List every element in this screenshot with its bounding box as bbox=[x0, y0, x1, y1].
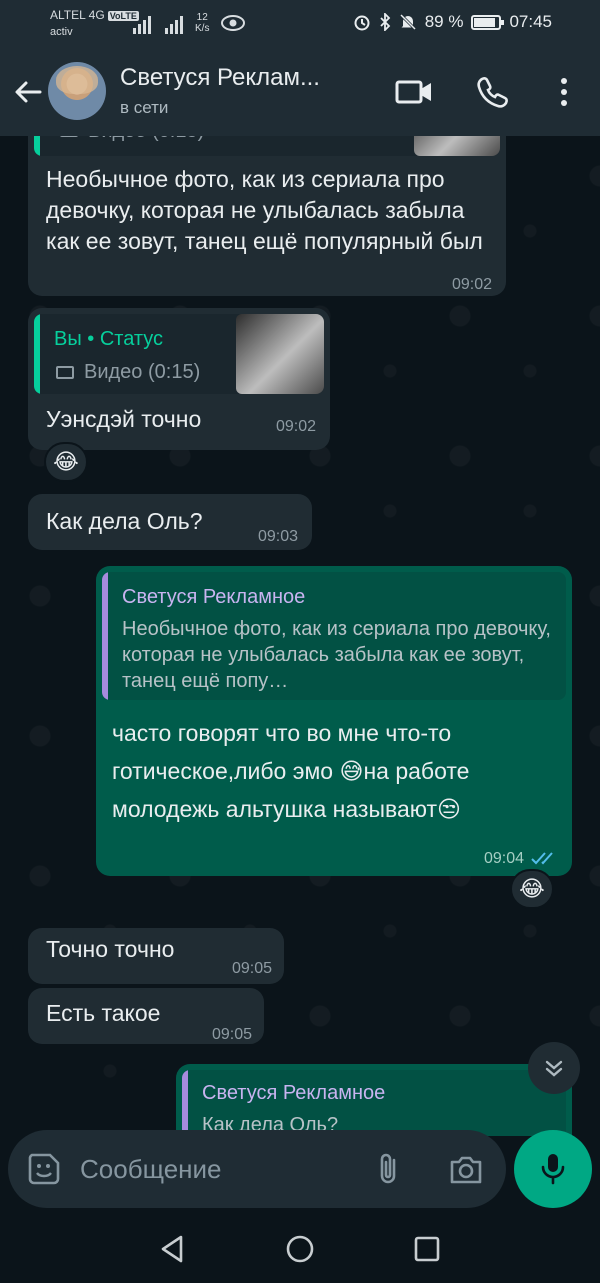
carrier-label: ALTEL 4G bbox=[50, 8, 105, 22]
carrier-name: ALTEL 4G VoLTE bbox=[50, 8, 139, 22]
signal-icon-2 bbox=[165, 16, 183, 34]
video-icon bbox=[56, 366, 74, 379]
reply-quote[interactable]: Светуся Рекламное Необычное фото, как из… bbox=[102, 572, 566, 700]
scroll-to-bottom-button[interactable] bbox=[528, 1042, 580, 1094]
signal-group: 12 K/s bbox=[133, 10, 246, 34]
message-text: часто говорят что во мне что-то готическ… bbox=[112, 714, 562, 828]
message-incoming[interactable]: Видео (0:15) Необычное фото, как из сери… bbox=[28, 136, 506, 296]
battery-percent: 89 % bbox=[424, 12, 464, 31]
quote-title: Светуся Рекламное bbox=[202, 1082, 386, 1104]
avatar[interactable] bbox=[48, 62, 106, 120]
contact-name[interactable]: Светуся Реклам... bbox=[120, 64, 320, 92]
emoji: 😒 bbox=[437, 796, 461, 822]
emoji: 😅 bbox=[339, 758, 364, 784]
camera-icon[interactable] bbox=[446, 1150, 486, 1188]
message-incoming[interactable]: Вы • Статус Видео (0:15) Уэнсдэй точно 0… bbox=[28, 308, 330, 450]
quote-body: Необычное фото, как из сериала про девоч… bbox=[122, 618, 551, 692]
quote-accent-bar bbox=[102, 572, 108, 700]
message-incoming[interactable]: Как дела Оль? 09:03 bbox=[28, 494, 312, 550]
message-time: 09:02 bbox=[451, 276, 492, 293]
reaction-badge[interactable]: 😂 bbox=[44, 442, 88, 482]
quote-thumbnail bbox=[236, 314, 324, 394]
reply-quote[interactable]: Вы • Статус Видео (0:15) bbox=[34, 314, 324, 394]
quote-label: Видео (0:15) bbox=[84, 361, 201, 383]
message-line: часто говорят что во мне что-то bbox=[112, 720, 452, 746]
message-fragment: молодежь альтушка называют bbox=[112, 796, 438, 822]
message-time: 09:05 bbox=[231, 960, 272, 977]
read-ticks-icon bbox=[531, 852, 553, 865]
quote-accent-bar bbox=[182, 1070, 188, 1136]
quote-accent-bar bbox=[34, 314, 40, 394]
message-incoming[interactable]: Точно точно 09:05 bbox=[28, 928, 284, 984]
network-speed-value: 12 bbox=[196, 12, 208, 23]
eye-icon bbox=[221, 15, 246, 31]
quote-accent-bar bbox=[34, 136, 40, 156]
message-outgoing[interactable]: Светуся Рекламное Необычное фото, как из… bbox=[96, 566, 572, 876]
clock: 07:45 bbox=[509, 12, 552, 31]
more-menu-icon[interactable] bbox=[544, 74, 584, 110]
back-arrow-icon[interactable] bbox=[10, 74, 46, 110]
message-time: 09:03 bbox=[257, 528, 298, 545]
voice-call-icon[interactable] bbox=[474, 74, 514, 110]
bluetooth-icon bbox=[380, 13, 390, 31]
mute-bell-icon bbox=[399, 13, 416, 31]
nav-recents-icon[interactable] bbox=[410, 1232, 444, 1266]
alarm-icon bbox=[354, 15, 370, 31]
message-text: Как дела Оль? bbox=[46, 508, 203, 534]
nav-home-icon[interactable] bbox=[283, 1232, 317, 1266]
message-composer[interactable]: Сообщение bbox=[8, 1130, 506, 1208]
quote-thumbnail bbox=[414, 136, 500, 156]
message-time: 09:02 bbox=[275, 418, 316, 435]
message-fragment: на работе bbox=[363, 758, 470, 784]
sub-carrier-label: activ bbox=[50, 26, 73, 38]
contact-status: в сети bbox=[120, 98, 169, 117]
status-bar: ALTEL 4G VoLTE activ 12 K/s 89 % 07:45 bbox=[0, 0, 600, 48]
message-outgoing[interactable]: Светуся Рекламное Как дела Оль? bbox=[176, 1064, 572, 1136]
network-speed: 12 K/s bbox=[195, 12, 209, 34]
quote-title: Вы • Статус bbox=[54, 328, 164, 350]
network-speed-unit: K/s bbox=[195, 23, 210, 34]
message-text: Уэнсдэй точно bbox=[46, 406, 202, 432]
reaction-badge[interactable]: 😂 bbox=[510, 869, 554, 909]
chat-header: Светуся Реклам... в сети bbox=[0, 48, 600, 136]
sticker-emoji-icon[interactable] bbox=[26, 1151, 62, 1187]
nav-back-icon[interactable] bbox=[155, 1232, 189, 1266]
message-text: Точно точно bbox=[46, 936, 175, 962]
message-time: 09:05 bbox=[211, 1026, 252, 1043]
message-incoming[interactable]: Есть такое 09:05 bbox=[28, 988, 264, 1044]
message-text: Необычное фото, как из сериала про девоч… bbox=[46, 166, 483, 254]
quote-title: Светуся Рекламное bbox=[122, 586, 306, 608]
system-nav-bar bbox=[0, 1214, 600, 1283]
video-icon bbox=[60, 136, 78, 137]
reply-quote[interactable]: Светуся Рекламное Как дела Оль? bbox=[182, 1070, 566, 1136]
message-line: молодежь альтушка называют😒 bbox=[112, 790, 562, 828]
message-text: Есть такое bbox=[46, 1000, 161, 1026]
reply-quote[interactable]: Видео (0:15) bbox=[34, 136, 500, 156]
voice-record-button[interactable] bbox=[514, 1130, 592, 1208]
signal-icon bbox=[133, 16, 151, 34]
battery-level bbox=[474, 17, 496, 27]
attach-icon[interactable] bbox=[370, 1150, 406, 1188]
message-list[interactable]: Видео (0:15) Необычное фото, как из сери… bbox=[0, 136, 600, 1136]
status-right: 89 % 07:45 bbox=[353, 12, 552, 32]
message-input[interactable]: Сообщение bbox=[80, 1154, 222, 1185]
quote-label: Видео (0:15) bbox=[88, 136, 204, 144]
message-fragment: готическое,либо эмо bbox=[112, 758, 340, 784]
microphone-icon bbox=[541, 1154, 565, 1185]
double-chevron-down-icon bbox=[545, 1060, 563, 1077]
video-call-icon[interactable] bbox=[394, 74, 434, 110]
battery-icon bbox=[471, 14, 505, 30]
message-line: готическое,либо эмо 😅на работе bbox=[112, 752, 562, 790]
message-time: 09:04 bbox=[483, 850, 524, 867]
whatsapp-chat-screen: ALTEL 4G VoLTE activ 12 K/s 89 % 07:45 Св… bbox=[0, 0, 600, 1283]
